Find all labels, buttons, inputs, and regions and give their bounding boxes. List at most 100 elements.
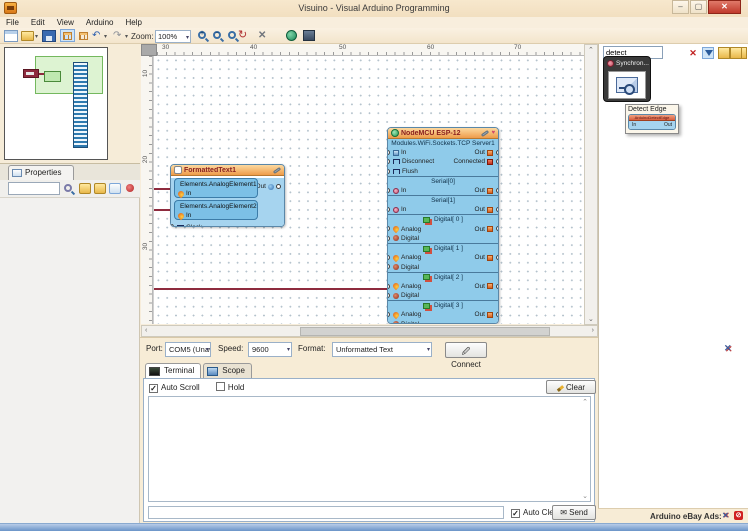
menu-view[interactable]: View xyxy=(51,17,80,28)
terminal-scroll-down-icon[interactable]: ⌄ xyxy=(582,492,588,500)
new-project-icon[interactable] xyxy=(4,30,18,42)
tab-terminal[interactable]: Terminal xyxy=(145,363,201,378)
zoom-out-icon[interactable]: − xyxy=(213,31,221,39)
scroll-down-icon[interactable]: ⌄ xyxy=(588,315,594,323)
nodemcu-header[interactable]: NodeMCU ESP-12 ♥ xyxy=(388,128,498,139)
tab-scope[interactable]: Scope xyxy=(203,363,252,378)
ads-settings-icon[interactable]: ✕ xyxy=(722,511,729,520)
mcu-pin-row[interactable]: InOut xyxy=(388,148,498,157)
menu-help[interactable]: Help xyxy=(119,17,147,28)
new-category-icon[interactable] xyxy=(718,47,730,59)
view-toggle-grid-icon[interactable] xyxy=(76,29,91,42)
mcu-pin-row[interactable]: Digital xyxy=(388,234,498,243)
zoom-in-icon[interactable]: + xyxy=(198,31,206,39)
format-select[interactable]: Unformatted Text▾ xyxy=(332,342,432,357)
canvas-horizontal-scrollbar[interactable]: ‹ › xyxy=(141,325,598,337)
hold-checkbox[interactable]: Hold xyxy=(216,383,244,392)
block-nodemcu[interactable]: NodeMCU ESP-12 ♥ Modules.WiFi.Sockets.TC… xyxy=(387,127,499,324)
view-toggle-left-icon[interactable] xyxy=(60,29,75,42)
mcu-pin-row[interactable]: Digital xyxy=(388,291,498,300)
pin-connector[interactable] xyxy=(387,159,390,164)
properties-search-input[interactable] xyxy=(8,182,60,195)
filter-icon[interactable] xyxy=(702,47,714,59)
tab-properties[interactable]: Properties xyxy=(8,165,74,181)
properties-category-icon[interactable] xyxy=(79,183,91,194)
connect-button[interactable]: 🖉 Connect xyxy=(445,342,487,358)
wrench-icon[interactable] xyxy=(481,129,489,136)
mcu-pin-row[interactable]: AnalogOut xyxy=(388,310,498,319)
collapse-categories-icon[interactable] xyxy=(741,47,747,59)
delete-icon[interactable]: ✕ xyxy=(258,30,272,42)
terminal-scroll-up-icon[interactable]: ⌃ xyxy=(582,398,588,406)
pin-connector[interactable] xyxy=(170,224,174,227)
analog-element-1-in-pin[interactable]: In xyxy=(178,189,254,198)
zoom-reset-icon[interactable] xyxy=(228,31,236,39)
pin-connector[interactable] xyxy=(387,293,390,298)
formattedtext1-out-pin[interactable]: Out xyxy=(256,183,281,190)
menu-edit[interactable]: Edit xyxy=(25,17,51,28)
maximize-button[interactable]: ▢ xyxy=(690,0,707,14)
pin-connector[interactable] xyxy=(387,150,390,155)
terminal-output[interactable]: ⌃ ⌄ xyxy=(148,396,591,502)
speed-select[interactable]: 9600▾ xyxy=(248,342,292,357)
open-project-icon[interactable] xyxy=(21,31,34,41)
ads-block-icon[interactable]: ⊘ xyxy=(734,511,743,520)
analog-element-2-in-pin[interactable]: In xyxy=(178,211,254,220)
wire-digital2[interactable] xyxy=(154,288,388,290)
block-formattedtext1[interactable]: FormattedText1 Out Elements.AnalogElemen… xyxy=(170,164,285,227)
pin-connector[interactable] xyxy=(387,236,390,241)
mcu-pin-row[interactable]: InOut xyxy=(388,205,498,214)
mcu-pin-row[interactable]: AnalogOut xyxy=(388,253,498,262)
refresh-icon[interactable]: ↻ xyxy=(238,29,252,41)
pin-connector[interactable] xyxy=(496,255,499,260)
favorite-icon[interactable]: ♥ xyxy=(491,130,495,136)
mcu-pin-row[interactable]: Digital xyxy=(388,262,498,271)
send-input[interactable] xyxy=(148,506,504,519)
pin-connector[interactable] xyxy=(387,312,390,317)
pin-connector[interactable] xyxy=(387,169,390,174)
design-canvas[interactable]: FormattedText1 Out Elements.AnalogElemen… xyxy=(153,56,584,324)
mcu-pin-row[interactable]: Flush xyxy=(388,167,498,176)
clock-pin[interactable]: Clock xyxy=(171,222,284,227)
minimap[interactable] xyxy=(4,47,108,160)
clear-search-icon[interactable]: ✕ xyxy=(687,47,699,59)
mcu-pin-row[interactable]: DisconnectConnected xyxy=(388,157,498,166)
pin-connector[interactable] xyxy=(387,255,390,260)
pin-connector[interactable] xyxy=(496,312,499,317)
redo-dropdown-arrow-icon[interactable]: ▾ xyxy=(125,33,128,40)
minimize-button[interactable]: – xyxy=(672,0,689,14)
auto-scroll-checkbox[interactable]: ✓Auto Scroll xyxy=(149,383,200,392)
pin-connector[interactable] xyxy=(496,284,499,289)
properties-list-icon[interactable] xyxy=(109,183,121,194)
snapshot-icon[interactable] xyxy=(303,30,315,41)
scroll-right-icon[interactable]: › xyxy=(592,327,594,334)
close-button[interactable]: ✕ xyxy=(708,0,741,14)
pin-connector[interactable] xyxy=(387,188,390,193)
undo-dropdown-arrow-icon[interactable]: ▾ xyxy=(104,33,107,40)
analog-element-2[interactable]: Elements.AnalogElement2 In xyxy=(174,200,258,220)
canvas-vertical-scrollbar[interactable]: ⌃ ⌄ xyxy=(584,44,598,325)
pin-connector[interactable] xyxy=(496,226,499,231)
pin-connector[interactable] xyxy=(276,184,281,189)
pin-connector[interactable] xyxy=(496,159,499,164)
pin-connector[interactable] xyxy=(387,207,390,212)
properties-expand-icon[interactable] xyxy=(94,183,106,194)
analog-element-1[interactable]: Elements.AnalogElement1 In xyxy=(174,178,258,198)
properties-filter-icon[interactable] xyxy=(64,184,76,195)
pin-connector[interactable] xyxy=(387,284,390,289)
port-select[interactable]: COM5 (Unava▾ xyxy=(165,342,211,357)
mcu-pin-row[interactable]: Digital xyxy=(388,320,498,324)
clear-button[interactable]: Clear xyxy=(546,380,596,394)
scroll-left-icon[interactable]: ‹ xyxy=(145,327,147,334)
close-panel-icon[interactable]: ✕ xyxy=(724,343,732,354)
toolbox-item-synchronize[interactable]: Synchron... xyxy=(603,56,651,102)
send-button[interactable]: ✉ Send xyxy=(552,505,596,520)
detect-edge-thumbnail[interactable] xyxy=(608,71,646,99)
pin-connector[interactable] xyxy=(387,322,390,324)
open-dropdown-arrow-icon[interactable]: ▾ xyxy=(35,33,38,40)
properties-pin-icon[interactable] xyxy=(126,184,134,192)
horizontal-scroll-thumb[interactable] xyxy=(300,327,550,336)
scroll-up-icon[interactable]: ⌃ xyxy=(588,46,594,54)
pin-connector[interactable] xyxy=(496,207,499,212)
mcu-pin-row[interactable]: InOut xyxy=(388,186,498,195)
